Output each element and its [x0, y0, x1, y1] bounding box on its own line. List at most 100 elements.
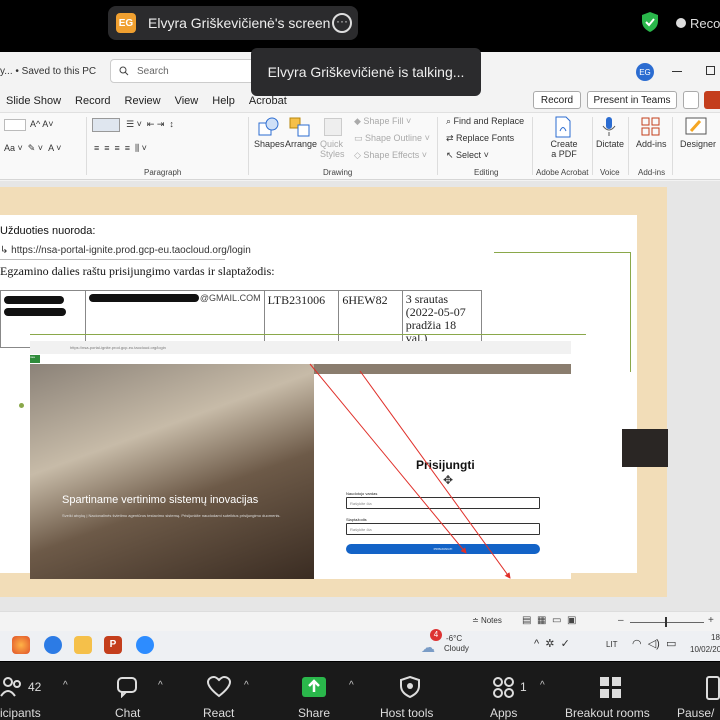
- slide-canvas[interactable]: Užduoties nuoroda: ↳ https://nsa-portal-…: [0, 187, 668, 597]
- notes-button[interactable]: ≐ Notes: [472, 616, 502, 625]
- paragraph-group-label: Paragraph: [144, 168, 182, 177]
- participants-icon[interactable]: [0, 676, 22, 698]
- participants-caret-icon[interactable]: ^: [63, 680, 68, 691]
- zoom-app-icon[interactable]: [136, 636, 154, 654]
- pause-label[interactable]: Pause/: [677, 706, 714, 720]
- tab-acrobat[interactable]: Acrobat: [249, 95, 287, 107]
- move-cursor-icon: ✥: [443, 473, 454, 487]
- share-caret-icon[interactable]: ^: [349, 680, 354, 691]
- user-avatar[interactable]: EG: [636, 63, 654, 81]
- select-button[interactable]: ↖ Select ˅: [446, 150, 489, 161]
- clock-date: 10/02/20: [690, 645, 720, 654]
- quick-styles-icon[interactable]: [324, 118, 342, 136]
- apps-caret-icon[interactable]: ^: [540, 680, 545, 691]
- replace-fonts-label: Replace Fonts: [456, 133, 515, 143]
- replace-fonts-button[interactable]: ⇄ Replace Fonts: [446, 133, 514, 144]
- zoom-in-icon[interactable]: +: [708, 615, 714, 626]
- addins-label: Add-ins: [636, 139, 667, 149]
- numbering-icon[interactable]: ☰ ˅ ⇤ ⇥ ↕: [126, 119, 174, 130]
- input-language[interactable]: LIT: [606, 640, 618, 649]
- tab-review[interactable]: Review: [125, 95, 161, 107]
- shape-outline-button[interactable]: ▭ Shape Outline ˅: [354, 133, 430, 144]
- react-caret-icon[interactable]: ^: [244, 680, 249, 691]
- minimize-icon[interactable]: [672, 71, 682, 72]
- zoom-slider[interactable]: [630, 622, 704, 623]
- present-teams-label: Present in Teams: [593, 94, 671, 106]
- chrome-icon[interactable]: [44, 636, 62, 654]
- alignment-icons[interactable]: ≡ ≡ ≡ ≡ ⫼ ˅: [94, 143, 147, 154]
- zoom-slider-thumb[interactable]: [665, 617, 667, 627]
- arrange-icon[interactable]: [289, 117, 311, 137]
- chat-label[interactable]: Chat: [115, 706, 140, 720]
- shape-fill-button[interactable]: ◆ Shape Fill ˅: [354, 116, 411, 127]
- editing-group-label: Editing: [474, 168, 499, 177]
- tab-record[interactable]: Record: [75, 95, 110, 107]
- voice-group-label: Voice: [600, 168, 620, 177]
- chat-caret-icon[interactable]: ^: [158, 680, 163, 691]
- shapes-icon[interactable]: [258, 117, 280, 137]
- breakout-rooms-icon[interactable]: [599, 676, 623, 700]
- arrange-label: Arrange: [285, 139, 318, 149]
- host-tools-label[interactable]: Host tools: [380, 706, 433, 720]
- apps-icon[interactable]: [492, 676, 516, 698]
- apps-count: 1: [520, 680, 527, 694]
- notes-label: Notes: [480, 616, 502, 625]
- record-button[interactable]: Record: [533, 91, 581, 109]
- font-size-dropdown[interactable]: [4, 119, 26, 131]
- share-button[interactable]: [704, 91, 720, 109]
- quick-styles-label: Quick Styles: [320, 139, 345, 159]
- participants-label[interactable]: icipants: [0, 706, 41, 720]
- firefox-icon[interactable]: [12, 636, 30, 654]
- react-label[interactable]: React: [203, 706, 234, 720]
- react-heart-icon[interactable]: [206, 676, 232, 698]
- dictate-microphone-icon[interactable]: [601, 116, 617, 138]
- select-label: Select: [456, 150, 482, 160]
- present-in-teams-button[interactable]: Present in Teams: [587, 91, 677, 109]
- comments-icon[interactable]: [683, 91, 699, 109]
- acrobat-group-label: Adobe Acrobat: [536, 168, 589, 177]
- create-pdf-icon[interactable]: [553, 116, 573, 138]
- zoom-out-icon[interactable]: –: [618, 615, 624, 626]
- grow-font-icon[interactable]: A^ A˅: [30, 119, 54, 129]
- security-shield-icon[interactable]: [640, 11, 660, 33]
- clock-time[interactable]: 18: [711, 633, 720, 642]
- status-bar: ≐ Notes ▤ ▦ ▭ ▣ – +: [0, 611, 720, 631]
- share-screen-icon[interactable]: [301, 676, 327, 698]
- search-icon: [119, 66, 129, 76]
- network-volume-icons[interactable]: ◠ ◁) ▭: [632, 637, 676, 650]
- tab-view[interactable]: View: [175, 95, 199, 107]
- temperature[interactable]: -6°C: [446, 634, 462, 643]
- text-effects-icon[interactable]: Aa ˅ ✎ ˅ A ˅: [4, 143, 61, 154]
- saved-status[interactable]: y... • Saved to this PC: [0, 66, 96, 77]
- shapes-label: Shapes: [254, 139, 285, 149]
- more-options-icon[interactable]: ···: [332, 13, 352, 33]
- apps-label[interactable]: Apps: [490, 706, 517, 720]
- annotation-arrows: [309, 363, 511, 579]
- file-explorer-icon[interactable]: [74, 636, 92, 654]
- view-buttons[interactable]: ▤ ▦ ▭ ▣: [522, 615, 576, 626]
- recording-dot-icon: [676, 18, 686, 28]
- share-label[interactable]: Share: [298, 706, 330, 720]
- slide-editing-area: Užduoties nuoroda: ↳ https://nsa-portal-…: [0, 181, 720, 611]
- tray-icons[interactable]: ^ ✲ ✓: [534, 637, 570, 650]
- pause-recording-icon[interactable]: [706, 676, 720, 700]
- chat-icon[interactable]: [116, 676, 140, 698]
- breakout-rooms-label[interactable]: Breakout rooms: [565, 706, 650, 720]
- bullets-icon[interactable]: [92, 118, 120, 132]
- maximize-icon[interactable]: [706, 66, 715, 75]
- screen-share-indicator[interactable]: EG Elvyra Griškevičienė's screen ···: [108, 6, 358, 40]
- designer-icon[interactable]: [685, 117, 707, 137]
- shape-effects-button[interactable]: ◇ Shape Effects ˅: [354, 150, 427, 161]
- record-button-label: Record: [540, 94, 574, 106]
- recording-label: Reco: [690, 16, 720, 31]
- find-replace-button[interactable]: ⌕ Find and Replace: [446, 116, 524, 127]
- tab-help[interactable]: Help: [212, 95, 235, 107]
- dictate-label: Dictate: [596, 139, 625, 149]
- addins-icon[interactable]: [641, 117, 661, 137]
- search-input[interactable]: Search: [110, 59, 260, 83]
- tab-slide-show[interactable]: Slide Show: [6, 95, 61, 107]
- host-tools-shield-icon[interactable]: [399, 676, 421, 698]
- powerpoint-icon[interactable]: P: [104, 636, 122, 654]
- zoom-top-bar: EG Elvyra Griškevičienė's screen ··· Rec…: [0, 0, 720, 50]
- share-label: Elvyra Griškevičienė's screen: [148, 15, 331, 31]
